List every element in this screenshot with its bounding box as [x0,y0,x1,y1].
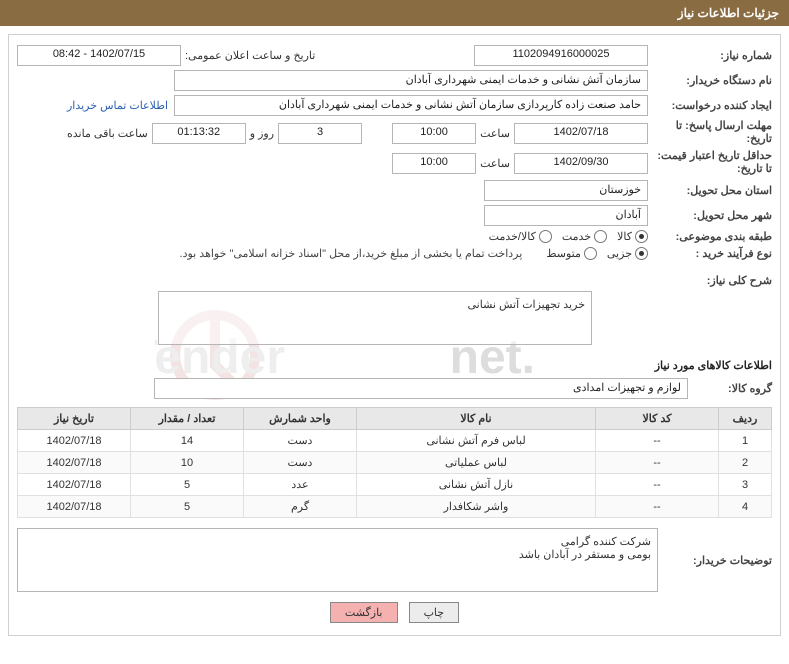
validity-label: حداقل تاریخ اعتبار قیمت: تا تاریخ: [648,150,772,176]
days-remaining: 3 [278,123,362,144]
th-code: کد کالا [596,408,719,430]
requester-value: حامد صنعت زاده کارپردازی سازمان آتش نشان… [174,95,648,116]
time-label-1: ساعت [476,127,514,140]
buyer-notes-line1: شرکت کننده گرامی [24,535,651,548]
cell-qty: 10 [131,452,244,474]
cell-name: نازل آتش نشانی [357,474,596,496]
radio-partial[interactable]: جزیی [607,247,648,260]
cell-need_date: 1402/07/18 [18,430,131,452]
cell-unit: دست [244,430,357,452]
radio-medium-label: متوسط [546,247,581,260]
cell-code: -- [596,430,719,452]
need-no-value: 1102094916000025 [474,45,648,66]
radio-icon [635,230,648,243]
cell-qty: 14 [131,430,244,452]
cell-row: 3 [719,474,772,496]
page-header: جزئیات اطلاعات نیاز [0,0,789,26]
buyer-org-label: نام دستگاه خریدار: [648,74,772,87]
radio-icon [594,230,607,243]
days-and-label: روز و [246,127,278,140]
radio-goods[interactable]: کالا [617,230,648,243]
page-title: جزئیات اطلاعات نیاز [678,6,779,20]
print-button[interactable]: چاپ [409,602,460,623]
announce-label: تاریخ و ساعت اعلان عمومی: [181,49,319,62]
cell-qty: 5 [131,474,244,496]
requester-label: ایجاد کننده درخواست: [648,99,772,112]
cell-row: 4 [719,496,772,518]
cell-name: لباس عملیاتی [357,452,596,474]
cell-unit: دست [244,452,357,474]
overall-desc-text: خرید تجهیزات آتش نشانی [467,299,585,311]
th-qty: تعداد / مقدار [131,408,244,430]
cell-unit: گرم [244,496,357,518]
validity-date: 1402/09/30 [514,153,648,174]
cell-need_date: 1402/07/18 [18,452,131,474]
buyer-notes-box: شرکت کننده گرامی بومی و مستقر در آبادان … [17,528,658,592]
back-button[interactable]: بازگشت [330,602,398,623]
th-unit: واحد شمارش [244,408,357,430]
th-date: تاریخ نیاز [18,408,131,430]
cell-unit: عدد [244,474,357,496]
goods-table: ردیف کد کالا نام کالا واحد شمارش تعداد /… [17,407,772,518]
remaining-label: ساعت باقی مانده [63,127,152,140]
cell-code: -- [596,452,719,474]
overall-label: شرح کلی نیاز: [648,274,772,287]
radio-icon [635,247,648,260]
buyer-contact-link[interactable]: اطلاعات تماس خریدار [67,99,174,112]
cell-qty: 5 [131,496,244,518]
deadline-date: 1402/07/18 [514,123,648,144]
cell-name: واشر شکافدار [357,496,596,518]
radio-service[interactable]: خدمت [562,230,607,243]
table-row: 4--واشر شکافدارگرم51402/07/18 [18,496,772,518]
process-label: نوع فرآیند خرید : [648,247,772,260]
cell-row: 1 [719,430,772,452]
cell-need_date: 1402/07/18 [18,474,131,496]
province-value: خوزستان [484,180,648,201]
table-row: 1--لباس فرم آتش نشانیدست141402/07/18 [18,430,772,452]
validity-time: 10:00 [392,153,476,174]
announce-value: 1402/07/15 - 08:42 [17,45,181,66]
group-value: لوازم و تجهیزات امدادی [154,378,688,399]
radio-service-label: خدمت [562,230,591,243]
city-label: شهر محل تحویل: [648,209,772,222]
radio-partial-label: جزیی [607,247,632,260]
table-row: 3--نازل آتش نشانیعدد51402/07/18 [18,474,772,496]
radio-both-label: کالا/خدمت [489,230,536,243]
buyer-org-value: سازمان آتش نشانی و خدمات ایمنی شهرداری آ… [174,70,648,91]
radio-medium[interactable]: متوسط [546,247,597,260]
time-label-2: ساعت [476,157,514,170]
deadline-time: 10:00 [392,123,476,144]
radio-icon [584,247,597,260]
cell-code: -- [596,474,719,496]
category-label: طبقه بندی موضوعی: [648,230,772,243]
buyer-notes-line2: بومی و مستقر در آبادان باشد [24,548,651,561]
goods-section-title: اطلاعات کالاهای مورد نیاز [17,359,772,372]
radio-goods-label: کالا [617,230,632,243]
cell-name: لباس فرم آتش نشانی [357,430,596,452]
cell-code: -- [596,496,719,518]
payment-note: پرداخت تمام یا بخشی از مبلغ خرید،از محل … [176,247,527,260]
cell-need_date: 1402/07/18 [18,496,131,518]
th-row: ردیف [719,408,772,430]
table-row: 2--لباس عملیاتیدست101402/07/18 [18,452,772,474]
group-label: گروه کالا: [688,382,772,395]
need-no-label: شماره نیاز: [648,49,772,62]
th-name: نام کالا [357,408,596,430]
radio-icon [539,230,552,243]
overall-desc-box: خرید تجهیزات آتش نشانی [158,291,592,345]
province-label: استان محل تحویل: [648,184,772,197]
deadline-label: مهلت ارسال پاسخ: تا تاریخ: [648,120,772,146]
buyer-notes-label: توضیحات خریدار: [658,528,772,592]
radio-both[interactable]: کالا/خدمت [489,230,552,243]
city-value: آبادان [484,205,648,226]
cell-row: 2 [719,452,772,474]
countdown: 01:13:32 [152,123,246,144]
